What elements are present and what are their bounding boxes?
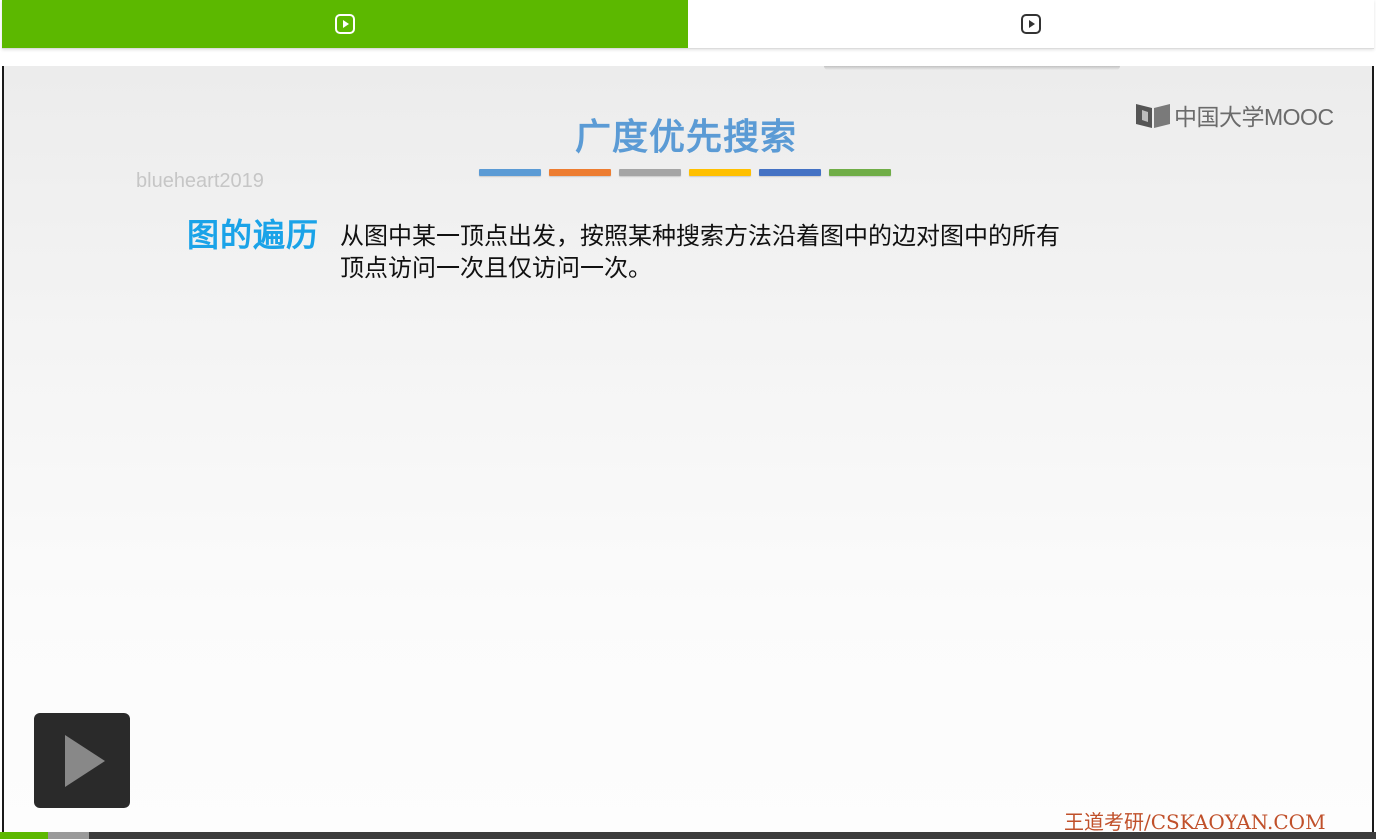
video-slide[interactable]: 广度优先搜索 中国大学MOOC blueheart2019 图的遍历 从图中某一… (2, 66, 1374, 839)
logo-text: 中国大学MOOC (1174, 104, 1334, 130)
watermark-text: blueheart2019 (136, 170, 264, 192)
tab-video-2[interactable] (688, 0, 1374, 48)
play-icon (65, 734, 105, 787)
section-label: 图的遍历 (187, 216, 320, 254)
book-logo-icon (1136, 104, 1170, 128)
section-description: 从图中某一顶点出发，按照某种搜索方法沿着图中的边对图中的所有顶点访问一次且仅访问… (340, 222, 1060, 282)
title-bar-2 (549, 169, 611, 176)
video-tab-bar (2, 0, 1374, 49)
play-square-icon (1021, 14, 1041, 34)
tab-video-1[interactable] (2, 0, 688, 48)
title-bar-3 (619, 169, 681, 176)
title-bar-1 (479, 169, 541, 176)
progress-buffered (48, 832, 90, 839)
title-color-bars (479, 169, 891, 176)
progress-played (0, 832, 49, 839)
mooc-logo: 中国大学MOOC (1134, 98, 1334, 132)
title-bar-6 (829, 169, 891, 176)
footer-brand: 王道考研/CSKAOYAN.COM (1064, 810, 1326, 834)
play-square-icon (335, 14, 355, 34)
slide-top-shadow (824, 66, 1120, 70)
title-bar-4 (689, 169, 751, 176)
progress-bar[interactable] (0, 832, 1376, 839)
title-bar-5 (759, 169, 821, 176)
play-button[interactable] (34, 713, 130, 808)
